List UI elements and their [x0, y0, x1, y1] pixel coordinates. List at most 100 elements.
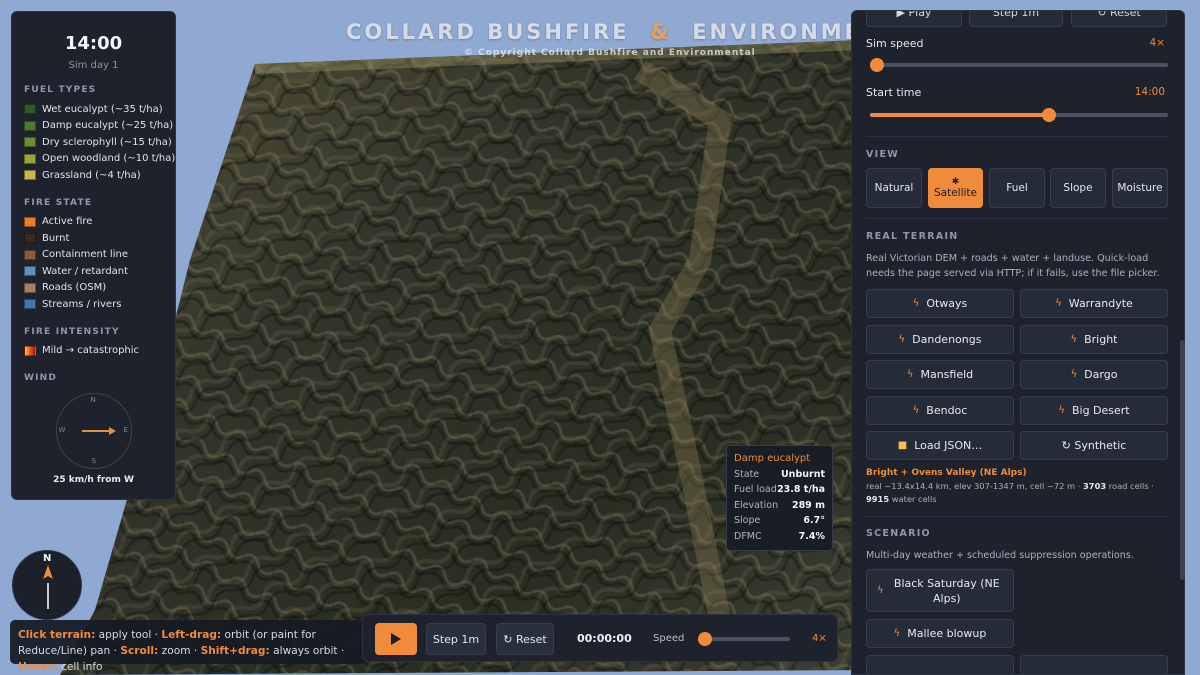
view-label: Fuel: [1006, 182, 1028, 194]
watermark-title: COLLARD BUSHFIRE & ENVIRONMENTAL: [346, 20, 934, 44]
speed-label: Speed: [653, 633, 685, 644]
legend-swatch: [24, 282, 36, 293]
divider: [866, 136, 1168, 137]
terrain-mansfield-button[interactable]: ϟ Mansfield: [866, 360, 1014, 389]
start-time-slider[interactable]: [870, 108, 1168, 122]
tooltip-key: Slope: [734, 515, 761, 527]
tooltip-key: Elevation: [734, 499, 779, 511]
satellite-icon: ✱: [951, 177, 960, 187]
legend-swatch: [24, 120, 36, 131]
legend-swatch: [24, 266, 36, 277]
loaded-info-text-3: water cells: [889, 494, 937, 504]
load-json-label: Load JSON…: [914, 439, 983, 452]
view-label: Satellite: [933, 187, 977, 199]
panel-reset-button[interactable]: ↻ Reset: [1071, 11, 1167, 27]
loaded-terrain-title: Bright + Ovens Valley (NE Alps): [866, 468, 1027, 478]
panel-step-button[interactable]: Step 1m: [969, 11, 1063, 27]
watermark-amp: &: [650, 20, 672, 44]
legend-swatch: [24, 216, 36, 227]
sim-speed-slider[interactable]: [870, 58, 1168, 72]
hint-text-scroll: zoom ·: [158, 645, 201, 657]
terrain-big-desert-button[interactable]: ϟ Big Desert: [1020, 395, 1168, 425]
panel-play-button[interactable]: ▶ Play: [866, 11, 962, 27]
start-time-fill: [870, 113, 1049, 117]
hint-key-scroll: Scroll:: [120, 645, 159, 657]
scenario-mallee-blowup-button[interactable]: ϟ Mallee blowup: [866, 619, 1014, 648]
panel-scrollbar[interactable]: [1180, 340, 1185, 580]
bolt-icon: ϟ: [1055, 298, 1062, 309]
view-moisture-button[interactable]: Moisture: [1112, 168, 1168, 208]
playback-control-bar: Step 1m ↻ Reset 00:00:00 Speed 4×: [362, 614, 838, 662]
load-json-button[interactable]: ■ Load JSON…: [866, 431, 1014, 460]
terrain-label: Otways: [926, 297, 968, 310]
legend-panel: 14:00 Sim day 1 FUEL TYPES Wet eucalypt …: [11, 11, 176, 500]
terrain-label: Big Desert: [1071, 403, 1130, 417]
legend-swatch: [24, 170, 36, 181]
sim-clock: 14:00: [64, 33, 123, 54]
view-natural-button[interactable]: Natural: [866, 168, 922, 208]
terrain-bright-button[interactable]: ϟ Bright: [1020, 324, 1168, 354]
legend-item: Damp eucalypt (~25 t/ha): [24, 118, 173, 135]
play-button[interactable]: [375, 623, 417, 655]
legend-item: Containment line: [24, 247, 163, 264]
legend-swatch: [24, 153, 36, 164]
bolt-icon: ϟ: [1070, 369, 1078, 380]
tooltip-value: 7.4%: [798, 530, 825, 542]
legend-item: Open woodland (~10 t/ha): [24, 151, 175, 168]
view-satellite-button[interactable]: ✱ Satellite: [928, 168, 983, 208]
terrain-dandenongs-button[interactable]: ϟ Dandenongs: [866, 324, 1014, 354]
view-slope-button[interactable]: Slope: [1050, 168, 1106, 208]
terrain-label: Mansfield: [920, 368, 974, 381]
terrain-bendoc-button[interactable]: ϟ Bendoc: [866, 395, 1014, 425]
intensity-gradient-swatch: [24, 345, 36, 356]
scenario-label: Black Saturday (NE Alps): [893, 576, 1000, 605]
legend-label: Roads (OSM): [42, 282, 107, 294]
bolt-icon: ϟ: [912, 298, 920, 309]
bolt-icon: ϟ: [1058, 404, 1065, 416]
cell-info-tooltip: Damp eucalypt State Unburnt Fuel load 23.8 …: [726, 445, 833, 551]
legend-item: Wet eucalypt (~35 t/ha): [24, 101, 163, 118]
sim-speed-handle[interactable]: [870, 58, 884, 72]
fuel-types-list: Wet eucalypt (~35 t/ha) Damp eucalypt (~2…: [24, 101, 175, 184]
speed-value: 4×: [812, 633, 827, 644]
folder-icon: ■: [897, 440, 908, 451]
elapsed-timer: 00:00:00: [577, 632, 632, 645]
tooltip-row: Slope 6.7°: [734, 515, 825, 530]
scenario-label: Mallee blowup: [907, 627, 987, 640]
terrain-label: Dandenongs: [912, 332, 982, 346]
terrain-warrandyte-button[interactable]: ϟ Warrandyte: [1020, 289, 1168, 318]
terrain-dargo-button[interactable]: ϟ Dargo: [1020, 360, 1168, 389]
scenario-button-partial[interactable]: [866, 655, 1014, 674]
scenario-heading: SCENARIO: [866, 528, 931, 539]
speed-slider-handle[interactable]: [698, 632, 712, 646]
hint-text-shift-drag: always orbit ·: [269, 645, 345, 657]
wind-compass: N E S W: [55, 393, 132, 469]
tooltip-row: Elevation 289 m: [734, 500, 825, 515]
settings-panel: ▶ Play Step 1m ↻ Reset Sim speed 4× Star…: [851, 10, 1185, 675]
synthetic-button[interactable]: ↻ Synthetic: [1020, 431, 1168, 460]
step-button[interactable]: Step 1m: [426, 623, 486, 655]
scenario-description: Multi-day weather + scheduled suppressio…: [866, 550, 1134, 561]
tooltip-value: Unburnt: [780, 469, 825, 480]
reset-button[interactable]: ↻ Reset: [496, 623, 554, 655]
terrain-label: Bendoc: [926, 403, 968, 417]
legend-label: Damp eucalypt (~25 t/ha): [42, 120, 174, 132]
controls-hint: Click terrain: apply tool · Left-drag: o…: [10, 620, 366, 673]
speed-slider[interactable]: [698, 632, 790, 646]
play-icon: [391, 633, 401, 645]
bolt-icon: ϟ: [1070, 333, 1078, 345]
hint-key-left-drag: Left-drag:: [161, 629, 222, 641]
north-arrow-compass[interactable]: N: [12, 550, 82, 620]
tooltip-value: 6.7°: [803, 515, 825, 527]
tooltip-value: 289 m: [791, 499, 825, 511]
start-time-value: 14:00: [1134, 86, 1165, 98]
legend-label: Active fire: [42, 216, 93, 228]
tooltip-key: Fuel load: [734, 484, 777, 496]
start-time-handle[interactable]: [1041, 108, 1056, 122]
sim-day: Sim day 1: [68, 60, 119, 71]
scenario-black-saturday-button[interactable]: ϟ Black Saturday (NE Alps): [866, 569, 1014, 612]
view-fuel-button[interactable]: Fuel: [989, 168, 1045, 208]
scenario-button-partial[interactable]: [1020, 655, 1168, 674]
legend-item: Dry sclerophyll (~15 t/ha): [24, 134, 172, 151]
terrain-otways-button[interactable]: ϟ Otways: [866, 289, 1014, 318]
